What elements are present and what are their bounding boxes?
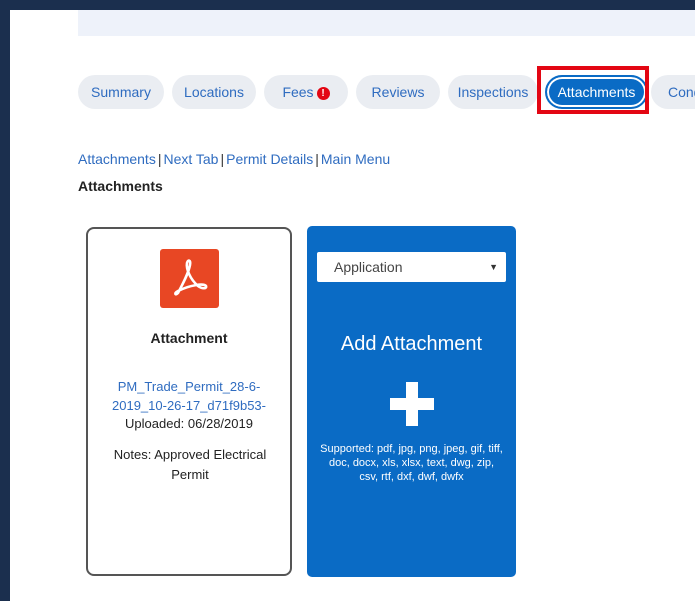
tab-label: Fees — [282, 84, 314, 100]
attachment-card[interactable]: Attachment PM_Trade_Permit_28-6-2019_10-… — [86, 227, 292, 576]
tab-locations[interactable]: Locations — [172, 75, 256, 109]
tab-attachments[interactable]: Attachments — [545, 75, 648, 109]
tab-label: Reviews — [371, 84, 425, 100]
upload-date: Uploaded: 06/28/2019 — [125, 416, 253, 431]
tab-inspections[interactable]: Inspections — [448, 75, 538, 109]
document-type-select[interactable]: Application ▼ — [317, 252, 506, 282]
tab-reviews[interactable]: Reviews — [356, 75, 440, 109]
dropdown-arrow-icon: ▼ — [489, 262, 498, 272]
attachment-file-link[interactable]: PM_Trade_Permit_28-6-2019_10-26-17_d71f9… — [96, 377, 282, 415]
supported-formats: Supported: pdf, jpg, png, jpeg, gif, tif… — [320, 443, 503, 483]
pdf-icon[interactable] — [160, 249, 219, 308]
breadcrumb-next-tab[interactable]: Next Tab — [163, 151, 218, 167]
alert-icon: ! — [316, 87, 330, 100]
breadcrumb: Attachments | Next Tab | Permit Details | Main… — [78, 151, 391, 167]
app-frame: Summary Locations Fees! Reviews Inspecti… — [10, 10, 695, 601]
breadcrumb-main-menu[interactable]: Main Menu — [321, 151, 390, 167]
tab-label: Summary — [91, 84, 151, 100]
tab-label: Conditions — [668, 84, 695, 100]
add-attachment-panel[interactable]: Application ▼ Add Attachment Supported: … — [307, 226, 516, 577]
top-bar — [78, 10, 695, 36]
breadcrumb-attachments[interactable]: Attachments — [78, 151, 156, 167]
plus-icon[interactable] — [390, 382, 434, 426]
tab-fees[interactable]: Fees! — [264, 75, 348, 109]
tab-label: Inspections — [457, 84, 529, 100]
attachment-title: Attachment — [150, 330, 228, 346]
tab-summary[interactable]: Summary — [78, 75, 164, 109]
breadcrumb-permit-details[interactable]: Permit Details — [226, 151, 313, 167]
select-value: Application — [334, 259, 403, 275]
add-attachment-title: Add Attachment — [340, 333, 483, 355]
section-title: Attachments — [78, 178, 163, 194]
tab-label: Attachments — [557, 84, 636, 100]
tab-label: Locations — [184, 84, 244, 100]
attachment-notes: Notes: Approved Electrical Permit — [113, 447, 267, 482]
tab-conditions[interactable]: Conditions — [651, 75, 695, 109]
